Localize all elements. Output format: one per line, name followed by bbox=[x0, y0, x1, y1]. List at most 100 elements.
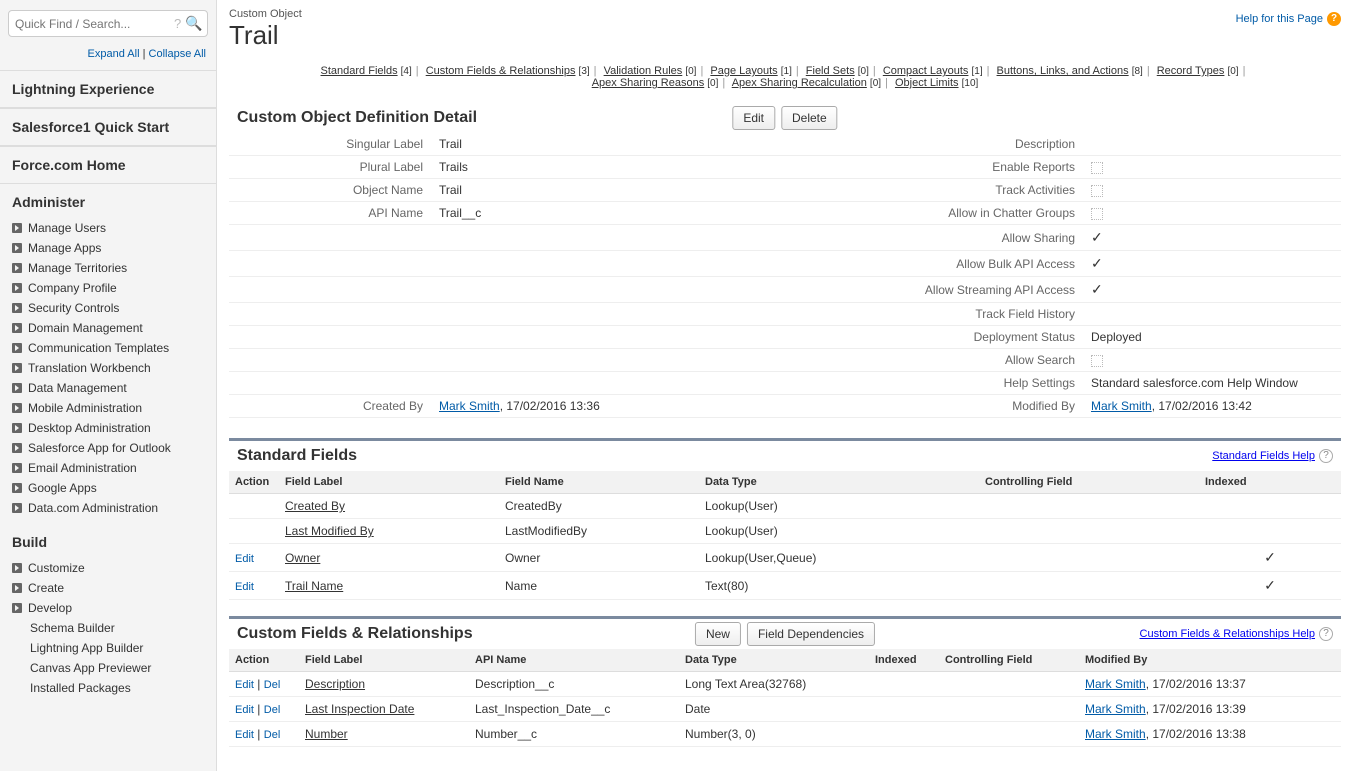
sidebar-item-manage-users[interactable]: Manage Users bbox=[12, 218, 204, 238]
sidebar-item-security-controls[interactable]: Security Controls bbox=[12, 298, 204, 318]
field-link-last-modified-by[interactable]: Last Modified By bbox=[285, 524, 374, 538]
table-row: Edit | DelNumberNumber__cNumber(3, 0)Mar… bbox=[229, 722, 1341, 747]
field-link-number[interactable]: Number bbox=[305, 727, 348, 741]
del-link[interactable]: Del bbox=[264, 729, 281, 741]
collapse-all-link[interactable]: Collapse All bbox=[149, 48, 206, 60]
standard-fields-title: Standard Fields bbox=[237, 447, 357, 465]
checkbox-checked-icon bbox=[1091, 229, 1105, 246]
modified-by-link[interactable]: Mark Smith bbox=[1085, 702, 1146, 716]
field-link-trail-name[interactable]: Trail Name bbox=[285, 579, 343, 593]
created-by-user-link[interactable]: Mark Smith bbox=[439, 399, 500, 413]
edit-link[interactable]: Edit bbox=[235, 729, 254, 741]
standard-fields-table: Action Field Label Field Name Data Type … bbox=[229, 471, 1341, 600]
sidebar-item-communication-templates[interactable]: Communication Templates bbox=[12, 338, 204, 358]
field-link-last-inspection[interactable]: Last Inspection Date bbox=[305, 702, 414, 716]
chevron-right-icon bbox=[12, 283, 22, 293]
modified-by-link[interactable]: Mark Smith bbox=[1085, 677, 1146, 691]
modified-by-link[interactable]: Mark Smith bbox=[1085, 727, 1146, 741]
page-title: Trail bbox=[229, 20, 302, 51]
sidebar-item-mobile-administration[interactable]: Mobile Administration bbox=[12, 398, 204, 418]
nav-standard-fields[interactable]: Standard Fields bbox=[321, 65, 398, 77]
del-link[interactable]: Del bbox=[264, 704, 281, 716]
sidebar-item-manage-territories[interactable]: Manage Territories bbox=[12, 258, 204, 278]
sidebar-item-forcecom-home[interactable]: Force.com Home bbox=[0, 146, 216, 184]
sidebar-item-develop[interactable]: Develop bbox=[12, 598, 204, 618]
checkmark-icon bbox=[1263, 549, 1277, 566]
field-link-created-by[interactable]: Created By bbox=[285, 499, 345, 513]
edit-link[interactable]: Edit bbox=[235, 581, 254, 593]
quick-find-search[interactable]: ? 🔍 bbox=[8, 10, 208, 37]
nav-object-limits[interactable]: Object Limits bbox=[895, 77, 959, 89]
build-group: Build Customize Create Develop Schema Bu… bbox=[0, 524, 216, 704]
chevron-right-icon bbox=[12, 583, 22, 593]
main-content: Custom Object Trail Help for this Page? … bbox=[217, 0, 1353, 771]
sidebar-item-canvas-previewer[interactable]: Canvas App Previewer bbox=[12, 658, 204, 678]
search-input[interactable] bbox=[15, 17, 170, 31]
sidebar-item-customize[interactable]: Customize bbox=[12, 558, 204, 578]
object-detail-table: Singular LabelTrailDescription Plural La… bbox=[229, 133, 1341, 418]
sidebar-item-domain-management[interactable]: Domain Management bbox=[12, 318, 204, 338]
edit-link[interactable]: Edit bbox=[235, 704, 254, 716]
delete-button[interactable]: Delete bbox=[781, 106, 838, 130]
chevron-right-icon bbox=[12, 323, 22, 333]
anchor-nav: Standard Fields [4]| Custom Fields & Rel… bbox=[229, 59, 1341, 103]
sidebar-item-installed-packages[interactable]: Installed Packages bbox=[12, 678, 204, 698]
edit-link[interactable]: Edit bbox=[235, 553, 254, 565]
build-heading: Build bbox=[12, 534, 204, 550]
checkmark-icon bbox=[1263, 577, 1277, 594]
sidebar-item-google-apps[interactable]: Google Apps bbox=[12, 478, 204, 498]
sidebar-item-datacom-administration[interactable]: Data.com Administration bbox=[12, 498, 204, 518]
nav-buttons-links[interactable]: Buttons, Links, and Actions bbox=[997, 65, 1129, 77]
standard-fields-help-link[interactable]: Standard Fields Help bbox=[1212, 450, 1315, 462]
chevron-right-icon bbox=[12, 443, 22, 453]
edit-button[interactable]: Edit bbox=[732, 106, 775, 130]
del-link[interactable]: Del bbox=[264, 679, 281, 691]
nav-field-sets[interactable]: Field Sets bbox=[806, 65, 855, 77]
detail-section-title: Custom Object Definition Detail bbox=[237, 109, 477, 127]
modified-by-user-link[interactable]: Mark Smith bbox=[1091, 399, 1152, 413]
help-for-page-link[interactable]: Help for this Page? bbox=[1236, 8, 1341, 26]
custom-fields-help-link[interactable]: Custom Fields & Relationships Help bbox=[1140, 628, 1315, 640]
field-link-description[interactable]: Description bbox=[305, 677, 365, 691]
sidebar-item-desktop-administration[interactable]: Desktop Administration bbox=[12, 418, 204, 438]
field-dependencies-button[interactable]: Field Dependencies bbox=[747, 622, 875, 646]
expand-all-link[interactable]: Expand All bbox=[88, 48, 140, 60]
nav-validation-rules[interactable]: Validation Rules bbox=[604, 65, 683, 77]
sidebar-item-company-profile[interactable]: Company Profile bbox=[12, 278, 204, 298]
search-icon[interactable]: 🔍 bbox=[185, 15, 202, 32]
table-row: Edit | DelDescriptionDescription__cLong … bbox=[229, 672, 1341, 697]
nav-apex-sharing-recalc[interactable]: Apex Sharing Recalculation bbox=[732, 77, 867, 89]
help-icon: ? bbox=[1319, 627, 1333, 641]
table-row: EditOwnerOwnerLookup(User,Queue) bbox=[229, 544, 1341, 572]
checkbox-checked-icon bbox=[1091, 281, 1105, 298]
chevron-right-icon bbox=[12, 363, 22, 373]
administer-group: Administer Manage Users Manage Apps Mana… bbox=[0, 184, 216, 524]
checkbox-unchecked-icon bbox=[1091, 208, 1103, 220]
setup-sidebar: ? 🔍 Expand All | Collapse All Lightning … bbox=[0, 0, 217, 771]
nav-compact-layouts[interactable]: Compact Layouts bbox=[883, 65, 969, 77]
sidebar-item-sf1-quickstart[interactable]: Salesforce1 Quick Start bbox=[0, 108, 216, 146]
chevron-right-icon bbox=[12, 263, 22, 273]
nav-apex-sharing-reasons[interactable]: Apex Sharing Reasons bbox=[592, 77, 705, 89]
sidebar-item-manage-apps[interactable]: Manage Apps bbox=[12, 238, 204, 258]
nav-record-types[interactable]: Record Types bbox=[1157, 65, 1225, 77]
nav-custom-fields[interactable]: Custom Fields & Relationships bbox=[426, 65, 576, 77]
sidebar-item-translation-workbench[interactable]: Translation Workbench bbox=[12, 358, 204, 378]
nav-page-layouts[interactable]: Page Layouts bbox=[710, 65, 777, 77]
field-link-owner[interactable]: Owner bbox=[285, 551, 320, 565]
sidebar-item-salesforce-outlook[interactable]: Salesforce App for Outlook bbox=[12, 438, 204, 458]
edit-link[interactable]: Edit bbox=[235, 679, 254, 691]
chevron-right-icon bbox=[12, 243, 22, 253]
sidebar-item-schema-builder[interactable]: Schema Builder bbox=[12, 618, 204, 638]
sidebar-item-data-management[interactable]: Data Management bbox=[12, 378, 204, 398]
sidebar-item-lightning[interactable]: Lightning Experience bbox=[0, 70, 216, 108]
sidebar-item-email-administration[interactable]: Email Administration bbox=[12, 458, 204, 478]
new-field-button[interactable]: New bbox=[695, 622, 741, 646]
chevron-right-icon bbox=[12, 423, 22, 433]
help-icon: ? bbox=[1319, 449, 1333, 463]
sidebar-item-create[interactable]: Create bbox=[12, 578, 204, 598]
sidebar-item-lightning-app-builder[interactable]: Lightning App Builder bbox=[12, 638, 204, 658]
chevron-right-icon bbox=[12, 223, 22, 233]
checkbox-unchecked-icon bbox=[1091, 355, 1103, 367]
chevron-right-icon bbox=[12, 503, 22, 513]
